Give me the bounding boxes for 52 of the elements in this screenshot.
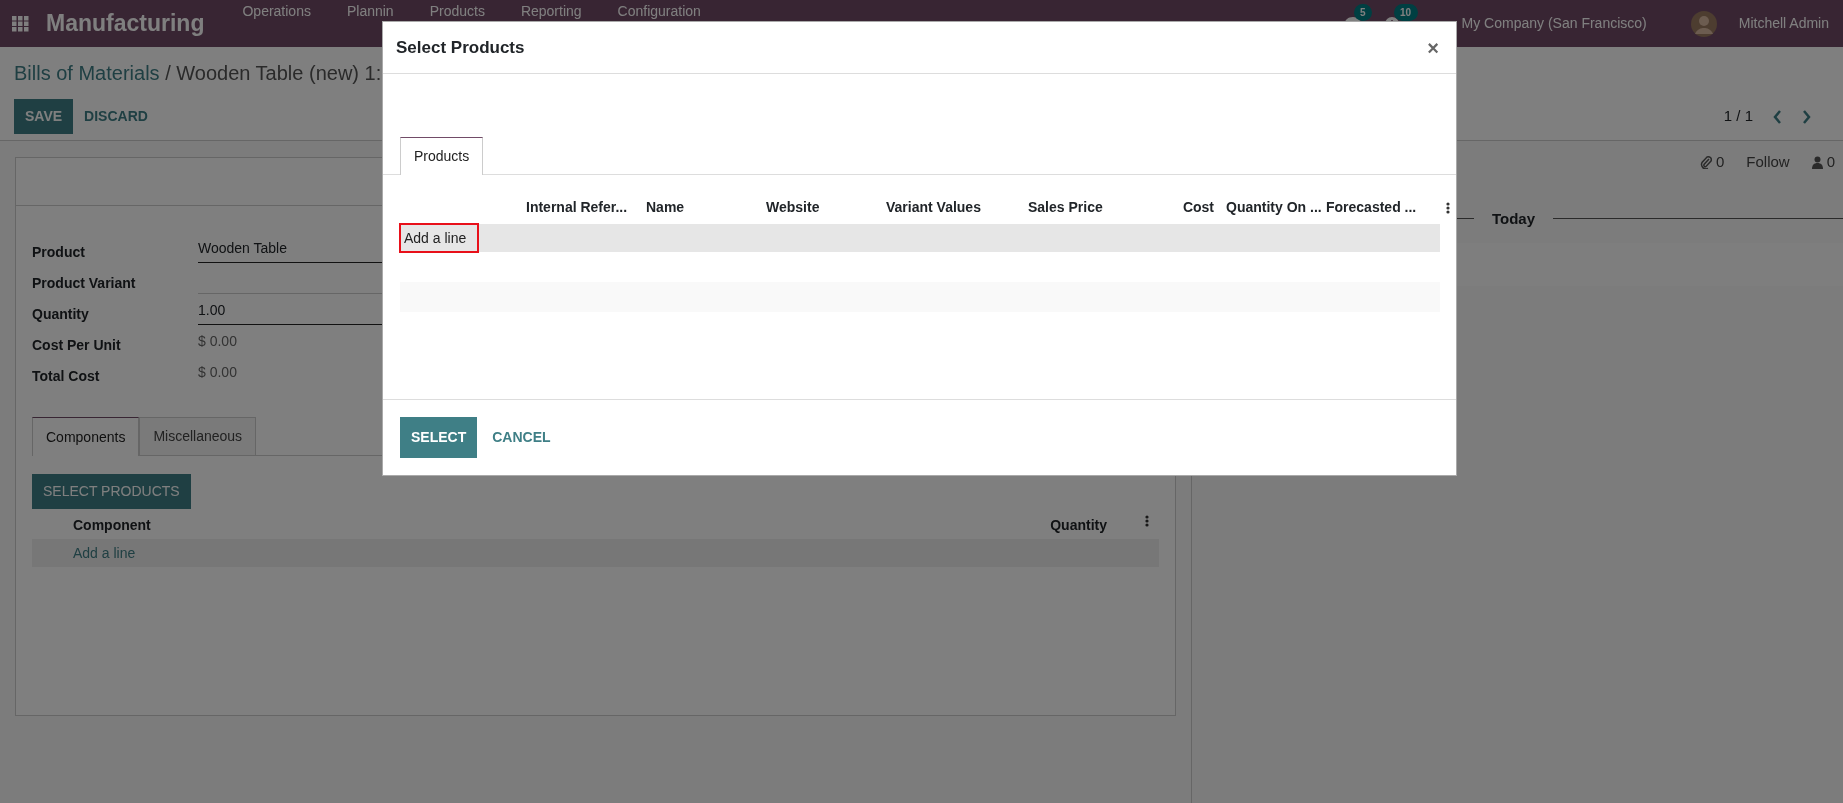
column-header[interactable]: Forecasted ... (1326, 199, 1417, 215)
select-products-button[interactable]: SELECT PRODUCTS (32, 474, 191, 509)
date-separator: Today (1491, 208, 1537, 229)
column-header[interactable]: Cost (1182, 199, 1214, 215)
column-header: Quantity (1050, 516, 1107, 535)
discard-button[interactable]: DISCARD (73, 99, 159, 134)
column-header: Component (73, 516, 151, 535)
breadcrumb-link[interactable]: Bills of Materials (14, 62, 160, 84)
pager-value: 1 / 1 (1723, 106, 1753, 127)
tab[interactable]: Components (32, 417, 140, 456)
next-icon[interactable] (1802, 109, 1811, 124)
person-icon[interactable] (1811, 155, 1823, 169)
menu-item[interactable]: Operations (224, 3, 329, 19)
follower-count[interactable]: 0 (1826, 151, 1835, 174)
menu-item[interactable]: Plannin (328, 3, 412, 19)
previous-icon[interactable] (1773, 109, 1782, 124)
cancel-button[interactable]: CANCEL (481, 417, 562, 458)
field-label: Total Cost (32, 367, 101, 386)
follow-button[interactable]: Follow (1746, 151, 1790, 174)
notification-badge: 10 (1393, 4, 1418, 21)
paperclip-icon[interactable] (1699, 155, 1712, 170)
field-label: Cost Per Unit (32, 336, 122, 355)
apps-menu-icon[interactable] (12, 15, 30, 32)
user-name[interactable]: Mitchell Admin (1738, 13, 1829, 34)
menu-item[interactable]: Reporting (502, 3, 600, 19)
column-header[interactable]: Internal Refer... (526, 199, 628, 215)
company-switcher[interactable]: My Company (San Francisco) (1461, 13, 1647, 34)
user-avatar[interactable] (1690, 10, 1717, 37)
notification-badge: 5 (1353, 4, 1373, 21)
column-header[interactable]: Quantity On ... (1226, 199, 1322, 215)
column-options-icon[interactable] (1446, 202, 1450, 215)
attachment-count[interactable]: 0 (1715, 151, 1725, 174)
menu-item[interactable]: Configuration (599, 3, 719, 19)
add-line-link[interactable]: Add a line (73, 545, 136, 561)
tab[interactable]: Miscellaneous (139, 417, 257, 455)
select-button[interactable]: SELECT (400, 417, 478, 458)
field-value: $ 0.00 (198, 363, 238, 382)
column-header[interactable]: Website (766, 199, 820, 215)
tab[interactable]: Products (400, 137, 484, 175)
column-header[interactable]: Variant Values (886, 199, 981, 215)
column-header[interactable]: Name (646, 199, 685, 215)
field-label: Quantity (32, 305, 90, 324)
dialog-title: Select Products (396, 36, 525, 59)
close-button[interactable]: × (1423, 32, 1443, 63)
app-title: Manufacturing (46, 9, 205, 39)
menu-item[interactable]: Products (411, 3, 503, 19)
column-header[interactable]: Sales Price (1028, 199, 1103, 215)
record-title: / Wooden Table (new) 1: (165, 62, 382, 84)
field-label: Product (32, 243, 86, 262)
save-button[interactable]: SAVE (14, 99, 74, 134)
field-label: Product Variant (32, 274, 137, 293)
field-value: $ 0.00 (198, 332, 238, 351)
